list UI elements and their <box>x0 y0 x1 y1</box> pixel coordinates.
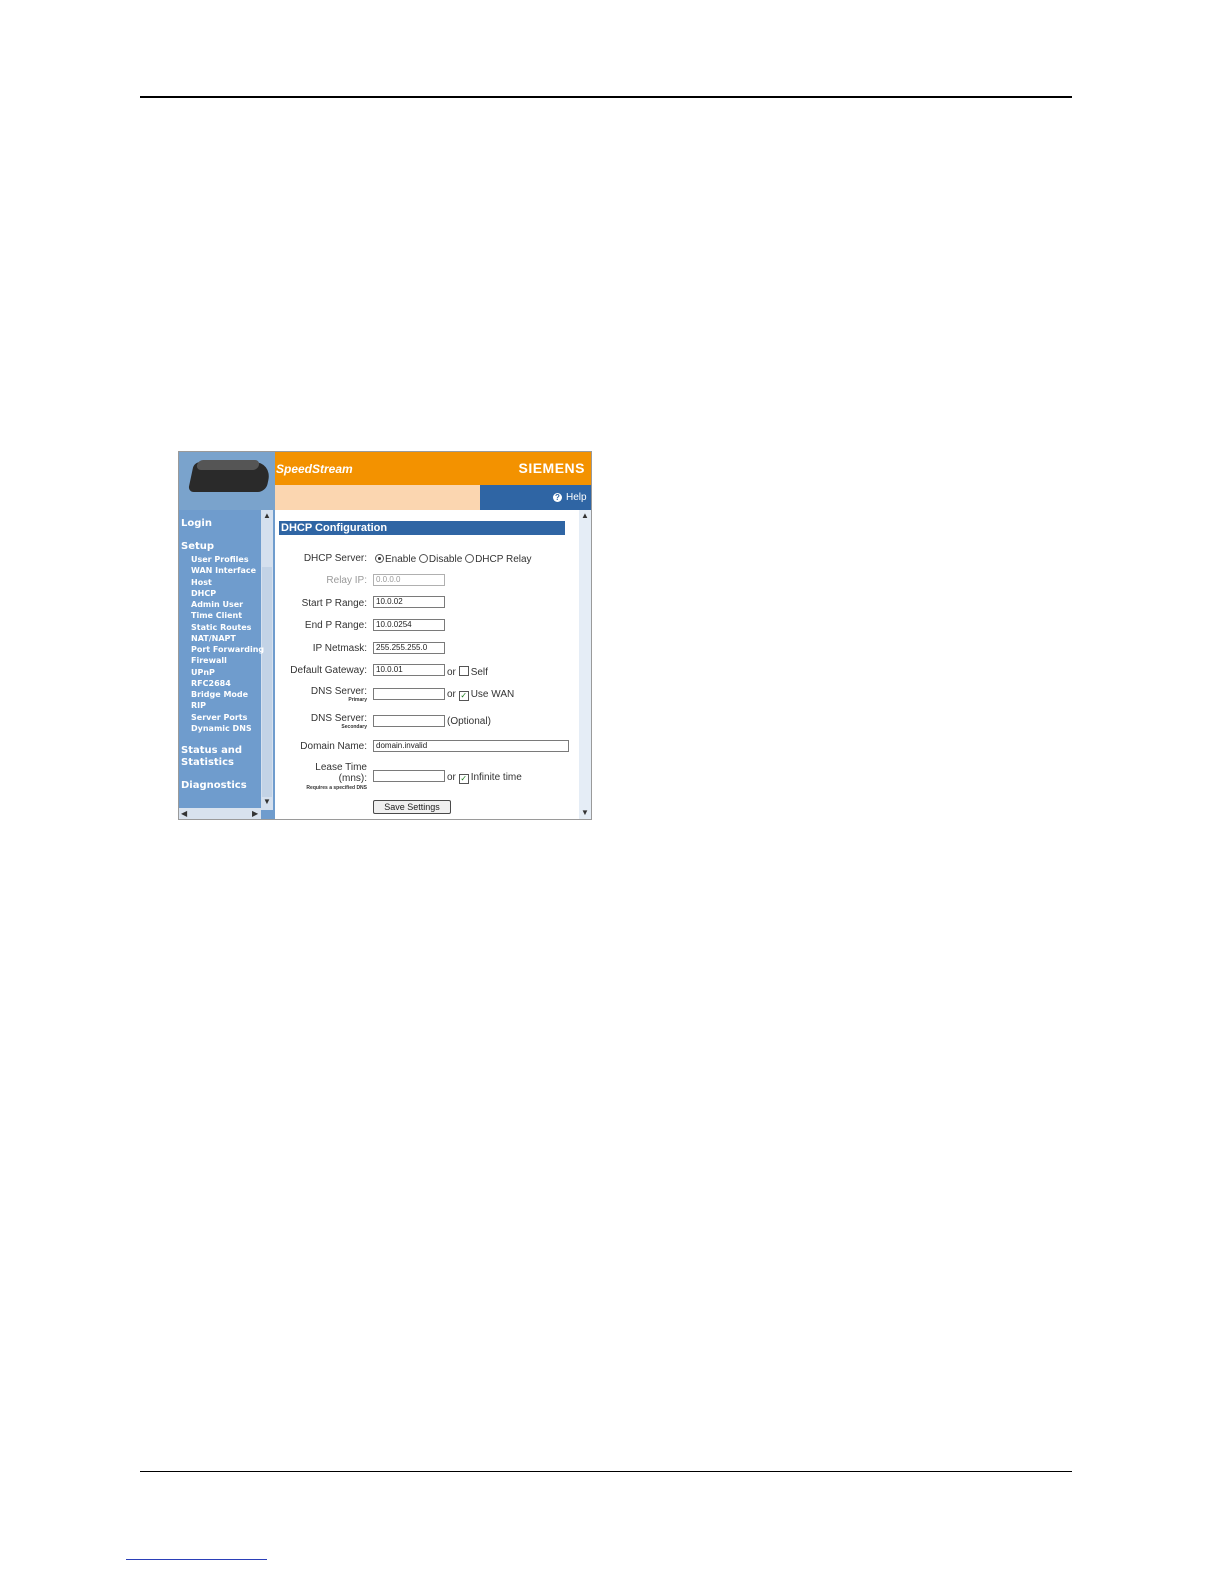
sidebar-item-port-forwarding[interactable]: Port Forwarding <box>191 645 264 654</box>
sidebar-scroll-thumb[interactable] <box>262 567 272 797</box>
use-wan-option: or ✓ Use WAN <box>447 689 515 701</box>
sidebar-item-rip[interactable]: RIP <box>191 701 206 710</box>
radio-disable[interactable] <box>418 554 428 563</box>
help-icon: ? <box>553 493 562 502</box>
sidebar-item-upnp[interactable]: UPnP <box>191 668 215 677</box>
infinite-time-checkbox[interactable]: ✓ <box>458 774 469 784</box>
dns-primary-input[interactable] <box>373 688 445 700</box>
self-checkbox[interactable] <box>458 666 469 676</box>
sidebar-item-dynamic-dns[interactable]: Dynamic DNS <box>191 724 252 733</box>
sidebar-scroll-down-icon[interactable]: ▼ <box>263 797 271 807</box>
self-label: Self <box>470 667 488 678</box>
lease-time-input[interactable] <box>373 770 445 782</box>
help-link[interactable]: ? Help <box>553 492 587 503</box>
dns-primary-label: DNS Server: <box>310 686 367 697</box>
sidebar-item-firewall[interactable]: Firewall <box>191 656 227 665</box>
radio-enable-label: Enable <box>385 554 417 565</box>
sidebar-item-login[interactable]: Login <box>181 518 212 529</box>
relay-ip-input[interactable]: 0.0.0.0 <box>373 574 445 586</box>
dns-secondary-label: DNS Server: <box>310 713 367 724</box>
gateway-self-option: or Self <box>447 665 488 678</box>
end-ip-input[interactable]: 10.0.0254 <box>373 619 445 631</box>
netmask-input[interactable]: 255.255.255.0 <box>373 642 445 654</box>
infinite-time-option: or ✓ Infinite time <box>447 772 522 784</box>
radio-enable[interactable] <box>375 554 384 563</box>
sidebar-item-bridge-mode[interactable]: Bridge Mode <box>191 690 248 699</box>
sidebar-scroll-left-icon[interactable]: ◀ <box>181 809 187 819</box>
dns-secondary-sublabel: Secondary <box>341 724 367 730</box>
help-label: Help <box>566 492 587 503</box>
sidebar-item-host[interactable]: Host <box>191 578 212 587</box>
sidebar-item-diagnostics[interactable]: Diagnostics <box>181 780 247 791</box>
dhcp-server-label: DHCP Server: <box>303 553 367 564</box>
lease-label-line1: Lease Time <box>315 762 367 773</box>
optional-label: (Optional) <box>447 716 491 727</box>
radio-dhcp-relay-label: DHCP Relay <box>475 554 532 565</box>
lease-sublabel: Requires a specified DNS <box>306 785 367 791</box>
domain-input[interactable]: domain.invalid <box>373 740 569 752</box>
dhcp-server-options: Enable Disable DHCP Relay <box>375 553 532 565</box>
save-settings-button[interactable]: Save Settings <box>373 800 451 814</box>
relay-ip-label: Relay IP: <box>326 575 367 586</box>
page-bottom-rule <box>140 1471 1072 1472</box>
main-scroll-down-icon[interactable]: ▼ <box>581 808 589 818</box>
infinite-time-label: Infinite time <box>470 772 522 783</box>
modem-top <box>195 460 261 470</box>
gateway-label: Default Gateway: <box>290 665 367 676</box>
sidebar-item-setup[interactable]: Setup <box>181 541 214 552</box>
speedstream-logo: SpeedStream <box>276 462 353 476</box>
lease-label-line2: (mns): <box>338 773 367 784</box>
main-scrollbar[interactable] <box>579 510 591 819</box>
netmask-label: IP Netmask: <box>312 643 367 654</box>
sidebar-item-rfc2684[interactable]: RFC2684 <box>191 679 231 688</box>
footer-link-underline <box>126 1559 267 1560</box>
siemens-logo: SIEMENS <box>518 460 585 476</box>
sidebar-item-status-line1[interactable]: Status and <box>181 745 242 756</box>
sidebar-item-status-line2[interactable]: Statistics <box>181 757 234 768</box>
sidebar-item-static-routes[interactable]: Static Routes <box>191 623 251 632</box>
main-scroll-up-icon[interactable]: ▲ <box>581 511 589 521</box>
modem-image <box>179 452 275 510</box>
end-ip-label: End P Range: <box>304 620 367 631</box>
dns-secondary-input[interactable] <box>373 715 445 727</box>
router-admin-screenshot: SpeedStream SIEMENS ? Help ▲ ▼ Login Set… <box>178 451 592 820</box>
radio-disable-label: Disable <box>428 554 463 565</box>
sidebar-item-time-client[interactable]: Time Client <box>191 611 242 620</box>
sidebar-item-nat-napt[interactable]: NAT/NAPT <box>191 634 236 643</box>
or-text: or <box>447 667 456 678</box>
sidebar-item-user-profiles[interactable]: User Profiles <box>191 555 249 564</box>
domain-label: Domain Name: <box>300 741 367 752</box>
sidebar-item-admin-user[interactable]: Admin User <box>191 600 243 609</box>
sidebar-item-wan-interface[interactable]: WAN Interface <box>191 566 256 575</box>
sidebar-item-dhcp[interactable]: DHCP <box>191 589 216 598</box>
sidebar-horizontal-scrollbar[interactable] <box>179 808 261 819</box>
dns-primary-sublabel: Primary <box>348 697 367 703</box>
or-text: or <box>447 772 456 783</box>
radio-dhcp-relay[interactable] <box>465 554 475 563</box>
use-wan-checkbox[interactable]: ✓ <box>458 691 469 701</box>
section-title: DHCP Configuration <box>279 521 565 535</box>
sidebar-scroll-right-icon[interactable]: ▶ <box>252 809 258 819</box>
start-ip-input[interactable]: 10.0.02 <box>373 596 445 608</box>
or-text: or <box>447 689 456 700</box>
sidebar-scroll-up-icon[interactable]: ▲ <box>263 511 271 521</box>
gateway-input[interactable]: 10.0.01 <box>373 664 445 676</box>
use-wan-label: Use WAN <box>470 689 515 700</box>
start-ip-label: Start P Range: <box>301 598 367 609</box>
sidebar-item-server-ports[interactable]: Server Ports <box>191 713 247 722</box>
page-top-rule <box>140 96 1072 98</box>
